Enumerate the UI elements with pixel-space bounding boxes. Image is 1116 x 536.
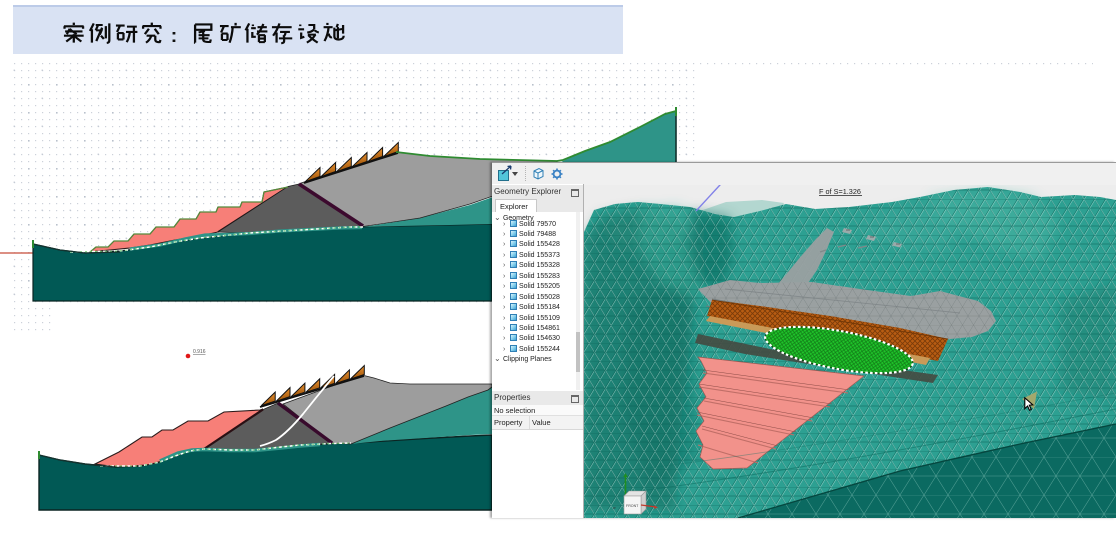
svg-text:F of S=1.326: F of S=1.326 — [819, 187, 861, 196]
svg-text:FRONT: FRONT — [626, 504, 639, 508]
svg-text:0.916: 0.916 — [193, 349, 206, 355]
